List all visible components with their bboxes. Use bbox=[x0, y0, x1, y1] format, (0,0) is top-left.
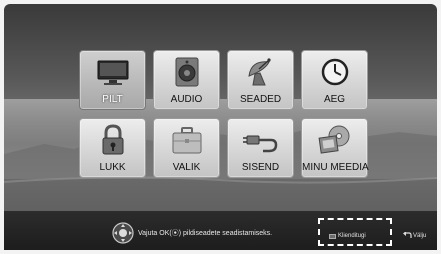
customer-service-label[interactable]: Klienditugi bbox=[338, 233, 366, 239]
menu-tile-aeg[interactable]: AEG bbox=[301, 50, 368, 110]
satellite-dish-icon bbox=[247, 58, 271, 86]
input-plug-icon bbox=[242, 135, 277, 153]
speaker-icon bbox=[175, 57, 198, 87]
menu-tile-label: AUDIO bbox=[170, 94, 203, 105]
clock-icon bbox=[321, 58, 348, 86]
tv-icon bbox=[97, 60, 128, 85]
red-key-icon bbox=[329, 234, 336, 239]
menu-tile-label: AEG bbox=[323, 94, 346, 105]
menu-tile-label: PILT bbox=[102, 94, 123, 105]
customer-service-highlight bbox=[318, 218, 392, 246]
menu-tile-label: MINU MEEDIA bbox=[302, 162, 369, 173]
exit-label[interactable]: Välju bbox=[413, 233, 426, 239]
menu-tile-valik[interactable]: VALIK bbox=[153, 118, 220, 178]
ok-hint-text: Vajuta OK(⦿) pildiseadete seadistamiseks… bbox=[138, 230, 273, 237]
menu-tile-seaded[interactable]: SEADED bbox=[227, 50, 294, 110]
media-icon bbox=[318, 125, 349, 154]
ok-button-icon bbox=[112, 222, 134, 244]
padlock-icon bbox=[102, 124, 123, 155]
menu-tile-minu-meedia[interactable]: MINU MEEDIA bbox=[301, 118, 369, 178]
menu-tile-pilt[interactable]: PILT bbox=[79, 50, 146, 110]
menu-tile-label: VALIK bbox=[172, 162, 201, 173]
back-arrow-icon bbox=[403, 232, 412, 238]
menu-tile-label: SISEND bbox=[241, 162, 280, 173]
menu-tile-sisend[interactable]: SISEND bbox=[227, 118, 294, 178]
menu-tile-audio[interactable]: AUDIO bbox=[153, 50, 220, 110]
menu-tile-lukk[interactable]: LUKK bbox=[79, 118, 146, 178]
menu-tile-label: LUKK bbox=[99, 162, 126, 173]
briefcase-icon bbox=[172, 127, 201, 154]
menu-tile-label: SEADED bbox=[239, 94, 282, 105]
